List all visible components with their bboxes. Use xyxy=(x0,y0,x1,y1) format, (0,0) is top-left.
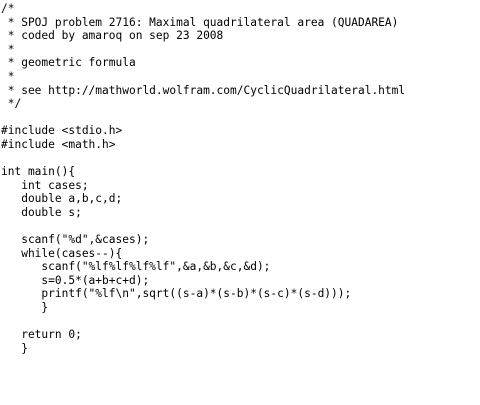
code-line: * xyxy=(1,69,15,83)
code-line: } xyxy=(1,301,49,315)
code-line: * see http://mathworld.wolfram.com/Cycli… xyxy=(1,83,406,97)
code-line: int cases; xyxy=(1,178,89,192)
code-line: * xyxy=(1,42,15,56)
source-code-view: /* * SPOJ problem 2716: Maximal quadrila… xyxy=(0,0,480,405)
code-line: while(cases--){ xyxy=(1,246,123,260)
code-line: /* xyxy=(1,2,15,15)
code-line: s=0.5*(a+b+c+d); xyxy=(1,273,150,287)
code-line: */ xyxy=(1,97,22,111)
code-line: } xyxy=(1,341,28,355)
code-line: return 0; xyxy=(1,328,82,342)
code-line: double a,b,c,d; xyxy=(1,192,123,206)
code-line: int main(){ xyxy=(1,165,76,179)
code-line: scanf("%d",&cases); xyxy=(1,233,150,247)
code-line: * coded by amaroq on sep 23 2008 xyxy=(1,29,224,43)
code-line: * geometric formula xyxy=(1,56,136,70)
code-line: * SPOJ problem 2716: Maximal quadrilater… xyxy=(1,15,399,29)
code-line: double s; xyxy=(1,205,82,219)
code-line: scanf("%lf%lf%lf%lf",&a,&b,&c,&d); xyxy=(1,260,271,274)
code-line: printf("%lf\n",sqrt((s-a)*(s-b)*(s-c)*(s… xyxy=(1,287,352,301)
code-line: #include <stdio.h> xyxy=(1,124,123,138)
code-line: #include <math.h> xyxy=(1,137,116,151)
